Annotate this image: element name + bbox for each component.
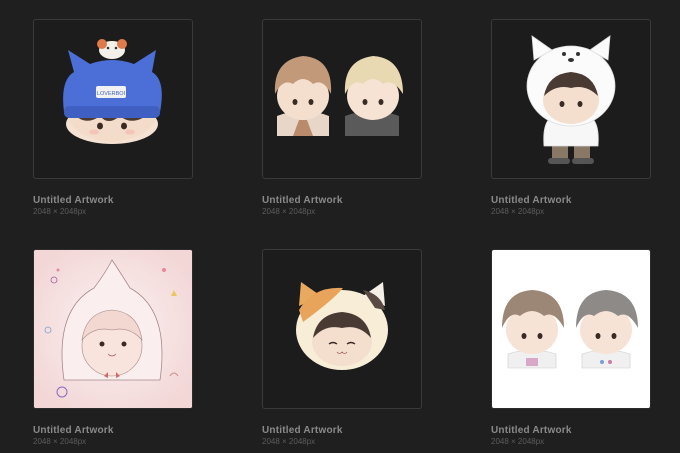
artwork-card[interactable]: Untitled Artwork 2048 × 2048px <box>262 249 422 446</box>
artwork-card[interactable]: Untitled Artwork 2048 × 2048px <box>33 249 193 446</box>
two-chibi-boys-sketch-artwork <box>502 290 638 369</box>
artwork-size: 2048 × 2048px <box>262 437 316 446</box>
artwork-size: 2048 × 2048px <box>491 437 545 446</box>
chibi-peach-hood-artwork <box>34 250 192 408</box>
artwork-thumbnail[interactable] <box>491 19 651 179</box>
two-chibi-boys-artwork <box>274 56 403 136</box>
artwork-title: Untitled Artwork <box>262 195 343 206</box>
chibi-blue-beanie-artwork: LOVERBOI <box>63 39 162 144</box>
artwork-thumbnail[interactable] <box>262 19 422 179</box>
chibi-white-dog-hood-artwork <box>526 35 616 164</box>
artwork-thumbnail[interactable] <box>33 249 193 409</box>
artwork-title: Untitled Artwork <box>491 425 572 436</box>
artwork-size: 2048 × 2048px <box>33 437 87 446</box>
artwork-title: Untitled Artwork <box>33 195 114 206</box>
artwork-card[interactable]: Untitled Artwork 2048 × 2048px <box>491 19 651 216</box>
artwork-title: Untitled Artwork <box>33 425 114 436</box>
artwork-card[interactable]: LOVERBOI Untitled Artwork 2048 × 2048px <box>33 19 193 216</box>
artwork-thumbnail[interactable]: LOVERBOI <box>33 19 193 179</box>
artwork-size: 2048 × 2048px <box>262 207 316 216</box>
artwork-thumbnail[interactable] <box>262 249 422 409</box>
artwork-card[interactable]: Untitled Artwork 2048 × 2048px <box>491 249 651 446</box>
artwork-thumbnail[interactable] <box>491 249 651 409</box>
chibi-calico-cat-hood-artwork <box>296 282 388 370</box>
artwork-gallery: LOVERBOI Untitled Artwork 2048 × 2048px <box>0 0 680 453</box>
artwork-card[interactable]: Untitled Artwork 2048 × 2048px <box>262 19 422 216</box>
beanie-label-text: LOVERBOI <box>97 91 126 97</box>
artwork-title: Untitled Artwork <box>491 195 572 206</box>
artwork-title: Untitled Artwork <box>262 425 343 436</box>
artwork-size: 2048 × 2048px <box>491 207 545 216</box>
artwork-size: 2048 × 2048px <box>33 207 87 216</box>
